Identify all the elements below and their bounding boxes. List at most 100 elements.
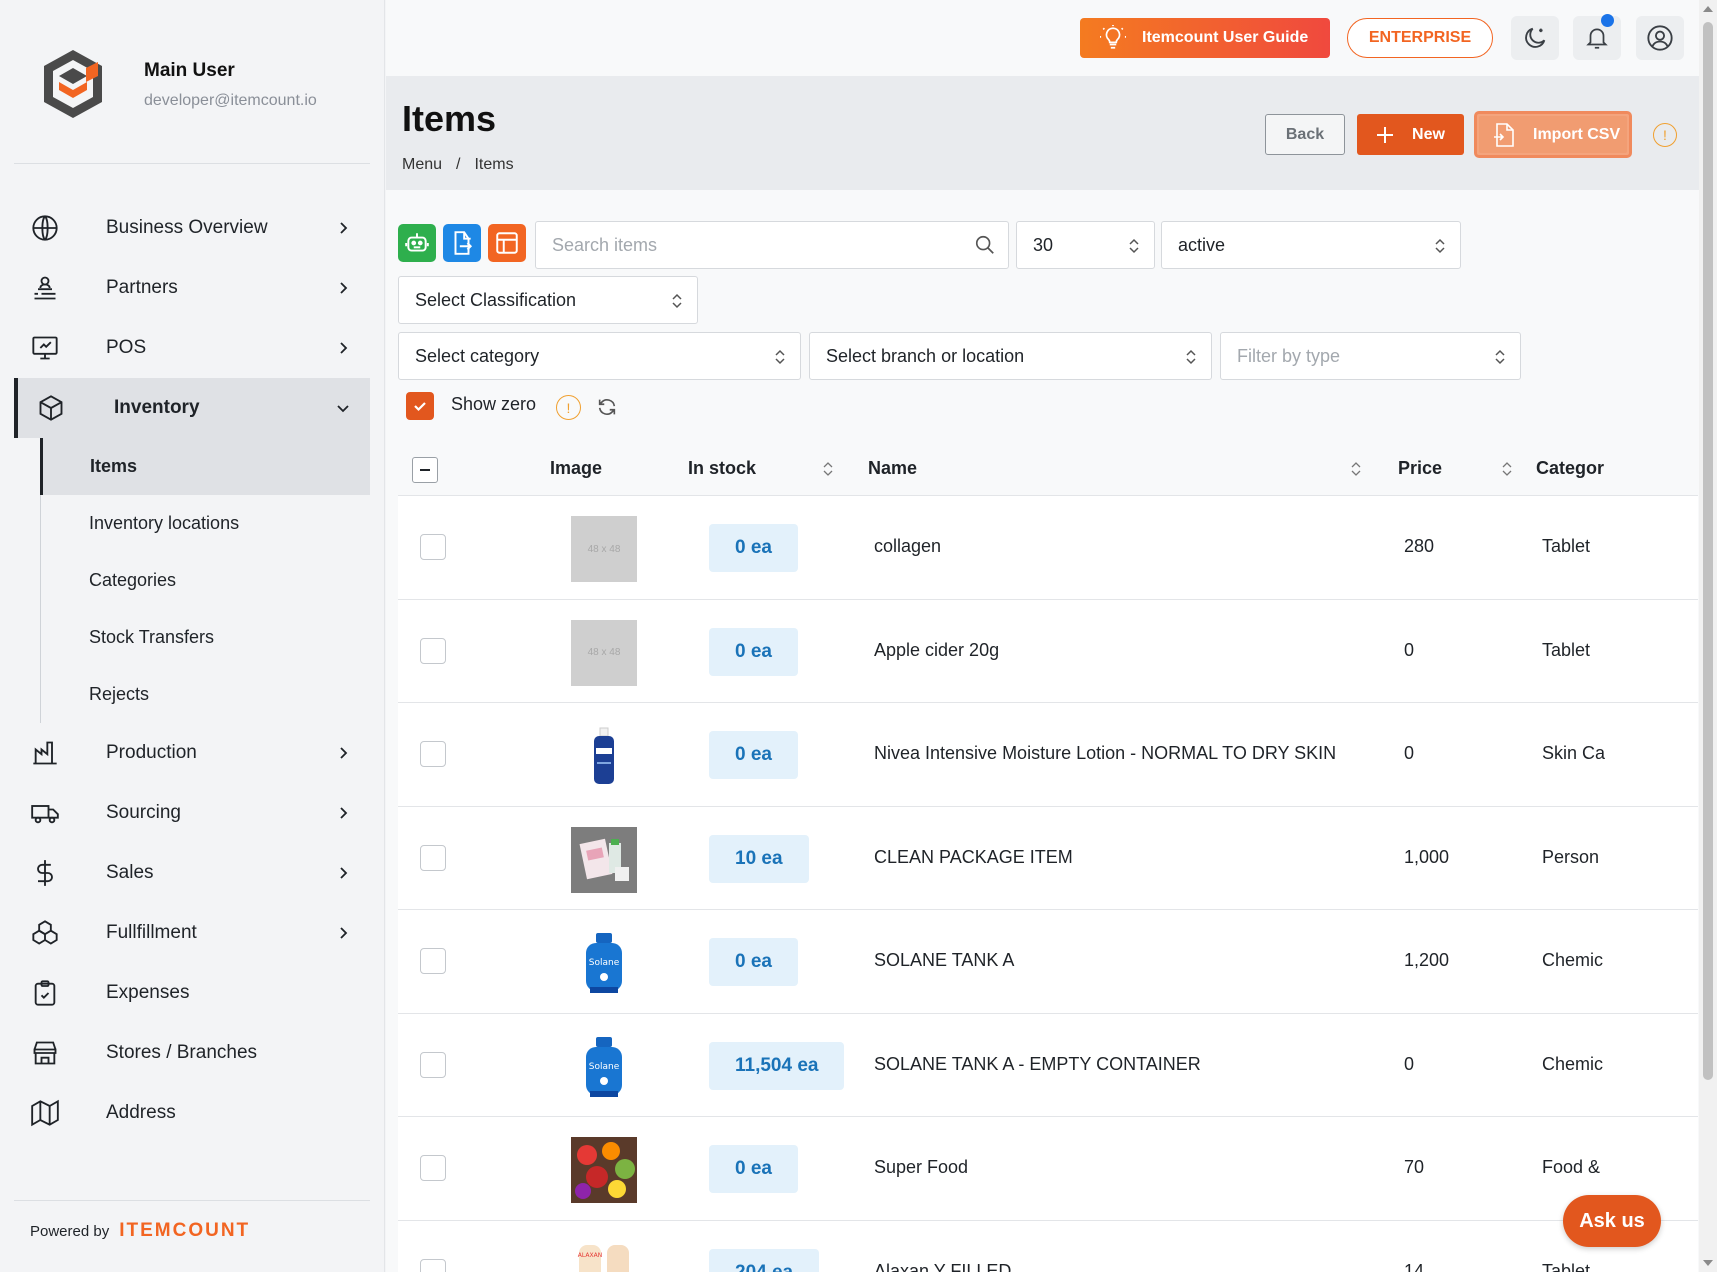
search-input[interactable]: Search items bbox=[535, 221, 1009, 269]
stock-badge[interactable]: 0 ea bbox=[709, 938, 798, 986]
row-checkbox[interactable] bbox=[420, 1258, 446, 1272]
sidebar-subitem-inventory-locations[interactable]: Inventory locations bbox=[41, 495, 370, 552]
item-name[interactable]: SOLANE TANK A bbox=[874, 950, 1014, 971]
stock-badge[interactable]: 0 ea bbox=[709, 627, 798, 676]
item-category: Skin Ca bbox=[1542, 743, 1606, 763]
powered-by: Powered by ITEMCOUNT bbox=[30, 1220, 250, 1242]
sidebar-item-address[interactable]: Address bbox=[14, 1083, 370, 1143]
breadcrumb-menu[interactable]: Menu bbox=[402, 156, 442, 174]
row-checkbox[interactable] bbox=[420, 1155, 446, 1181]
show-zero-info-icon[interactable]: ! bbox=[556, 395, 581, 420]
item-name[interactable]: collagen bbox=[874, 536, 941, 557]
itemcount-logo-icon bbox=[44, 50, 102, 118]
alaxan-bottles-image: ALAXAN bbox=[578, 1244, 629, 1272]
select-all-checkbox[interactable] bbox=[412, 457, 438, 483]
account-button[interactable] bbox=[1636, 16, 1684, 60]
column-header-price[interactable]: Price bbox=[1398, 458, 1442, 479]
table-row[interactable]: Solane 0 ea SOLANE TANK A 1,200 Chemic bbox=[398, 910, 1698, 1014]
item-name[interactable]: Super Food bbox=[874, 1157, 968, 1178]
sidebar-subitem-categories[interactable]: Categories bbox=[41, 552, 370, 609]
notifications-button[interactable] bbox=[1573, 14, 1621, 60]
search-placeholder: Search items bbox=[552, 234, 658, 255]
chevron-right-icon bbox=[340, 927, 348, 939]
sort-icon[interactable] bbox=[1502, 462, 1512, 476]
branch-location-select[interactable]: Select branch or location bbox=[809, 332, 1212, 380]
sidebar-subitem-stock-transfers[interactable]: Stock Transfers bbox=[41, 609, 370, 666]
column-header-in-stock[interactable]: In stock bbox=[688, 458, 756, 479]
stock-badge[interactable]: 0 ea bbox=[709, 731, 798, 779]
table-view-button[interactable] bbox=[488, 224, 526, 262]
stock-badge[interactable]: 11,504 ea bbox=[709, 1041, 845, 1090]
import-info-icon[interactable]: ! bbox=[1653, 123, 1677, 147]
enterprise-plan-button[interactable]: ENTERPRISE bbox=[1347, 18, 1493, 58]
scroll-up-arrow-icon[interactable] bbox=[1703, 6, 1713, 12]
import-csv-button[interactable]: Import CSV bbox=[1474, 111, 1632, 158]
row-checkbox[interactable] bbox=[420, 1051, 446, 1078]
classification-select[interactable]: Select Classification bbox=[398, 276, 698, 324]
scrollbar-thumb[interactable] bbox=[1703, 22, 1713, 1080]
stock-badge[interactable]: 204 ea bbox=[709, 1248, 820, 1272]
item-name[interactable]: Apple cider 20g bbox=[874, 640, 999, 661]
stock-badge[interactable]: 0 ea bbox=[709, 524, 798, 572]
item-name[interactable]: Nivea Intensive Moisture Lotion - NORMAL… bbox=[874, 743, 1336, 764]
sidebar-subitem-items[interactable]: Items bbox=[40, 438, 370, 495]
row-checkbox[interactable] bbox=[420, 948, 446, 974]
row-checkbox[interactable] bbox=[420, 534, 446, 560]
brand-name[interactable]: ITEMCOUNT bbox=[119, 1220, 250, 1242]
row-checkbox[interactable] bbox=[420, 637, 446, 664]
status-select[interactable]: active bbox=[1161, 221, 1461, 269]
table-row[interactable]: 0 ea Nivea Intensive Moisture Lotion - N… bbox=[398, 703, 1698, 807]
type-filter-select[interactable]: Filter by type bbox=[1220, 332, 1521, 380]
dark-mode-button[interactable] bbox=[1511, 16, 1559, 60]
sidebar-item-sourcing[interactable]: Sourcing bbox=[14, 783, 370, 843]
clipboard-icon bbox=[30, 978, 60, 1008]
profile[interactable]: Main User developer@itemcount.io bbox=[40, 48, 317, 120]
sidebar-item-inventory[interactable]: Inventory bbox=[14, 378, 370, 438]
select-arrows-icon bbox=[1495, 349, 1505, 365]
user-guide-button[interactable]: Itemcount User Guide bbox=[1080, 18, 1330, 58]
file-export-icon bbox=[454, 231, 473, 255]
table-row[interactable]: 48 x 48 0 ea collagen 280 Tablet bbox=[398, 496, 1698, 600]
stock-badge[interactable]: 10 ea bbox=[709, 834, 809, 883]
sidebar-item-partners[interactable]: Partners bbox=[14, 258, 370, 318]
sidebar-subitem-rejects[interactable]: Rejects bbox=[41, 666, 370, 723]
column-header-name[interactable]: Name bbox=[868, 458, 917, 479]
back-button[interactable]: Back bbox=[1265, 114, 1345, 155]
page-size-select[interactable]: 30 bbox=[1016, 221, 1155, 269]
sidebar-item-business-overview[interactable]: Business Overview bbox=[14, 198, 370, 258]
show-zero-checkbox[interactable] bbox=[406, 392, 434, 420]
row-checkbox[interactable] bbox=[420, 741, 446, 767]
export-button[interactable] bbox=[443, 224, 481, 262]
item-name[interactable]: Alaxan Y FILLED bbox=[874, 1261, 1011, 1272]
file-import-icon bbox=[1494, 122, 1514, 147]
page-title: Items bbox=[402, 98, 497, 139]
category-select[interactable]: Select category bbox=[398, 332, 801, 380]
item-name[interactable]: SOLANE TANK A - EMPTY CONTAINER bbox=[874, 1054, 1201, 1075]
sidebar-item-sales[interactable]: Sales bbox=[14, 843, 370, 903]
row-checkbox[interactable] bbox=[420, 844, 446, 871]
column-header-image: Image bbox=[550, 458, 603, 478]
refresh-icon[interactable] bbox=[596, 396, 618, 418]
page-scrollbar[interactable] bbox=[1699, 0, 1717, 1272]
sidebar-item-stores-branches[interactable]: Stores / Branches bbox=[14, 1023, 370, 1083]
sort-icon[interactable] bbox=[1351, 462, 1361, 476]
table-row[interactable]: Solane 11,504 ea SOLANE TANK A - EMPTY C… bbox=[398, 1013, 1698, 1117]
sidebar-item-label: Fullfillment bbox=[106, 922, 197, 943]
sidebar-item-pos[interactable]: POS bbox=[14, 318, 370, 378]
sidebar-item-fullfillment[interactable]: Fullfillment bbox=[14, 903, 370, 963]
table-row[interactable]: 10 ea CLEAN PACKAGE ITEM 1,000 Person bbox=[398, 806, 1698, 910]
sort-icon[interactable] bbox=[823, 462, 833, 476]
item-name[interactable]: CLEAN PACKAGE ITEM bbox=[874, 847, 1073, 868]
table-row[interactable]: 48 x 48 0 ea Apple cider 20g 0 Tablet bbox=[398, 599, 1698, 703]
ask-us-chat-button[interactable]: Ask us bbox=[1563, 1195, 1661, 1247]
table-row[interactable]: ALAXAN 204 ea Alaxan Y FILLED 14 Tablet bbox=[398, 1220, 1698, 1272]
sidebar-item-production[interactable]: Production bbox=[14, 723, 370, 783]
sidebar-item-expenses[interactable]: Expenses bbox=[14, 963, 370, 1023]
branch-location-value: Select branch or location bbox=[826, 345, 1025, 366]
item-category: Tablet bbox=[1542, 536, 1591, 556]
table-row[interactable]: 0 ea Super Food 70 Food & bbox=[398, 1117, 1698, 1221]
ai-assistant-button[interactable] bbox=[398, 224, 436, 262]
stock-badge[interactable]: 0 ea bbox=[709, 1145, 798, 1193]
scroll-down-arrow-icon[interactable] bbox=[1703, 1260, 1713, 1266]
new-item-button[interactable]: New bbox=[1357, 114, 1464, 155]
